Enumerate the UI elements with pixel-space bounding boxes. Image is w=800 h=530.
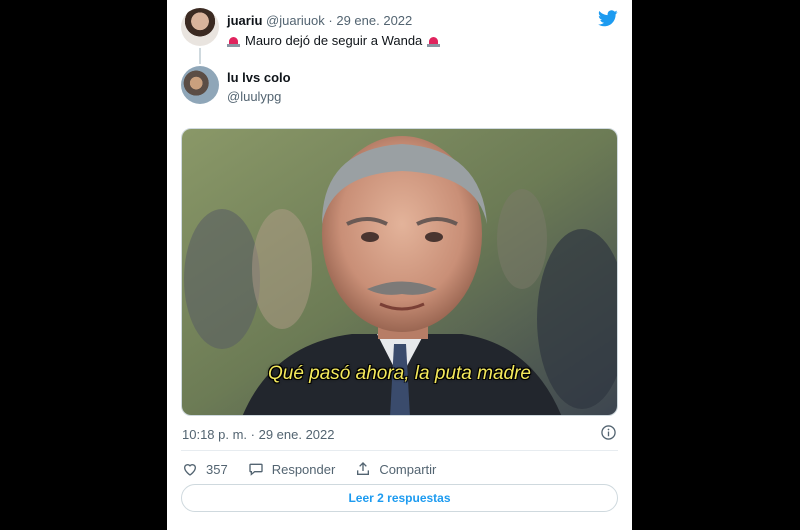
author-name[interactable]: juariu <box>227 13 262 28</box>
share-button[interactable]: Compartir <box>355 461 436 477</box>
twitter-logo-icon[interactable] <box>598 10 618 27</box>
tweet-card: juariu @juariuok · 29 ene. 2022 Mauro de… <box>167 0 632 530</box>
thread-connector <box>199 48 201 64</box>
tweet-text-content: Mauro dejó de seguir a Wanda <box>245 33 423 48</box>
share-label: Compartir <box>379 461 437 477</box>
police-siren-icon <box>227 35 240 47</box>
reply-author-avatar[interactable] <box>181 66 219 104</box>
reply-button[interactable]: Responder <box>248 461 336 477</box>
author-handle[interactable]: @juariuok <box>266 13 325 28</box>
meme-caption: Qué pasó ahora, la puta madre <box>267 363 531 384</box>
read-replies-button[interactable]: Leer 2 respuestas <box>181 484 618 512</box>
share-icon <box>357 462 370 475</box>
divider <box>181 450 618 451</box>
tweet-text: Mauro dejó de seguir a Wanda <box>227 33 441 48</box>
tweet-date[interactable]: 29 ene. 2022 <box>336 13 412 28</box>
police-siren-icon <box>427 35 441 47</box>
reply-timestamp[interactable]: 10:18 p. m. · 29 ene. 2022 <box>182 427 335 442</box>
reply-author-name[interactable]: lu lvs colo <box>227 70 291 85</box>
tweet-header: juariu @juariuok · 29 ene. 2022 <box>227 13 412 28</box>
reply-media-image[interactable]: Qué pasó ahora, la puta madre <box>181 128 618 416</box>
info-icon[interactable] <box>601 425 616 440</box>
author-avatar[interactable] <box>181 8 219 46</box>
separator: · <box>328 13 333 28</box>
heart-icon <box>183 464 197 476</box>
like-count: 357 <box>206 461 228 477</box>
speech-bubble-icon <box>249 463 263 476</box>
action-bar: 357 Responder Compartir <box>182 458 456 480</box>
reply-label: Responder <box>271 461 336 477</box>
like-button[interactable]: 357 <box>182 461 228 477</box>
reply-author-handle[interactable]: @luulypg <box>227 89 281 104</box>
